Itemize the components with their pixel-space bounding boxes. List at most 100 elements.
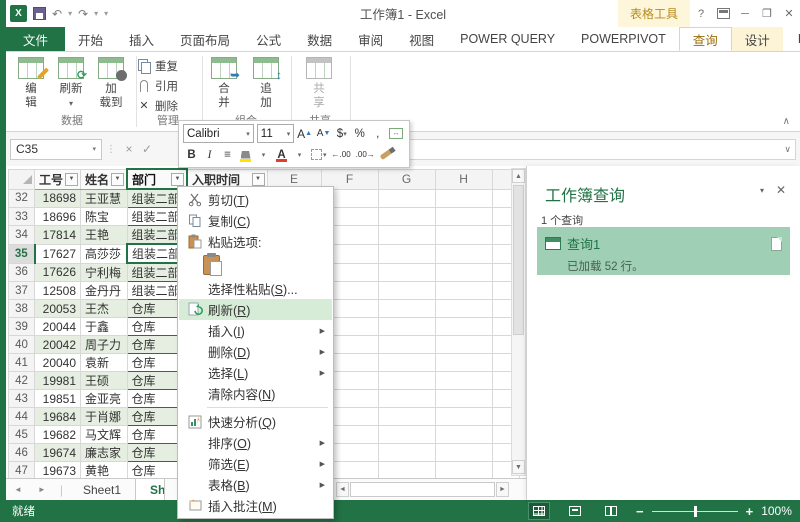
cell-empty[interactable] [377, 262, 436, 282]
row-header-38[interactable]: 38 [8, 299, 35, 318]
row-header-47[interactable]: 47 [8, 461, 35, 480]
tab-7[interactable]: POWER QUERY [447, 27, 568, 51]
tab-design[interactable]: 设计 [731, 27, 783, 51]
row-header-33[interactable]: 33 [8, 207, 35, 226]
cell-empty[interactable] [434, 262, 493, 282]
tab-3[interactable]: 公式 [243, 27, 294, 51]
cell-empty[interactable] [434, 281, 493, 300]
row-header-40[interactable]: 40 [8, 335, 35, 354]
name-box-dropdown-icon[interactable]: ▾ [92, 145, 96, 153]
tab-5[interactable]: 审阅 [345, 27, 396, 51]
cell-empty[interactable] [377, 407, 436, 426]
cell-id[interactable]: 12508 [33, 281, 82, 300]
filter-dropdown-icon[interactable]: ▼ [65, 172, 79, 186]
page-layout-view-icon[interactable] [564, 502, 586, 520]
cell-empty[interactable] [377, 207, 436, 226]
enter-icon[interactable]: ✓ [138, 142, 156, 156]
cell-empty[interactable] [434, 207, 493, 226]
page-break-view-icon[interactable] [600, 502, 622, 520]
redo-dropdown-icon[interactable]: ▾ [94, 9, 98, 18]
name-box[interactable]: C35 ▾ [10, 138, 102, 160]
cell-name[interactable]: 马文辉 [80, 425, 128, 444]
redo-icon[interactable]: ↷ [78, 8, 88, 20]
font-color-dropdown-icon[interactable]: ▾ [291, 145, 308, 164]
cell-empty[interactable] [434, 443, 493, 462]
cell-name[interactable]: 陈宝 [80, 207, 128, 226]
collapse-ribbon-icon[interactable]: ∧ [783, 116, 790, 127]
row-header-41[interactable]: 41 [8, 353, 35, 372]
cell-name[interactable]: 高莎莎 [80, 243, 128, 264]
cell-name[interactable]: 于肖娜 [80, 407, 128, 426]
cell-empty[interactable] [434, 353, 493, 372]
tab-2[interactable]: 页面布局 [167, 27, 243, 51]
normal-view-icon[interactable] [528, 502, 550, 520]
cell-empty[interactable] [377, 281, 436, 300]
merge-button[interactable]: ➥ 合并 [205, 54, 243, 116]
cell-id[interactable]: 19682 [33, 425, 82, 444]
cell-id[interactable]: 19981 [33, 371, 82, 390]
menu-item-D[interactable]: 删除(D) ▶ [179, 341, 332, 362]
cell-empty[interactable] [377, 443, 436, 462]
row-header-43[interactable]: 43 [8, 389, 35, 408]
scroll-right-icon[interactable]: ► [496, 482, 509, 497]
table-header-姓名[interactable]: 姓名 ▼ [80, 168, 128, 190]
cell-id[interactable]: 20042 [33, 335, 82, 354]
cell-empty[interactable] [377, 188, 436, 208]
font-color-button[interactable]: A [273, 145, 290, 164]
cell-name[interactable]: 王硕 [80, 371, 128, 390]
cell-empty[interactable] [377, 335, 436, 354]
menu-item-O[interactable]: 排序(O) ▶ [179, 432, 332, 453]
menu-item-Q[interactable]: 快速分析(Q) [179, 411, 332, 432]
formula-expand-icon[interactable]: ∨ [784, 144, 791, 155]
row-header-35[interactable]: 35 [8, 243, 36, 264]
query-peek-icon[interactable] [771, 236, 782, 251]
cell-id[interactable]: 19851 [33, 389, 82, 408]
row-header-44[interactable]: 44 [8, 407, 35, 426]
paste-option-button[interactable] [179, 252, 332, 278]
sheet-tab-sheet1[interactable]: Sheet1 [69, 479, 135, 501]
save-icon[interactable] [33, 7, 46, 20]
column-header-G[interactable]: G [377, 168, 436, 190]
cell-empty[interactable] [434, 225, 493, 245]
column-header-H[interactable]: H [434, 168, 493, 190]
percent-format-button[interactable]: % [351, 124, 368, 143]
row-header-36[interactable]: 36 [8, 262, 35, 282]
fill-color-dropdown-icon[interactable]: ▾ [255, 145, 272, 164]
cell-empty[interactable] [377, 299, 436, 318]
menu-item-N[interactable]: 清除内容(N) [179, 383, 332, 404]
sheet-next-icon[interactable]: ► [30, 485, 54, 494]
cell-id[interactable]: 18696 [33, 207, 82, 226]
horizontal-scrollbar[interactable]: ◄ ► [336, 482, 509, 497]
select-all-corner[interactable] [8, 168, 35, 190]
cell-name[interactable]: 廉志家 [80, 443, 128, 462]
cell-name[interactable]: 袁新 [80, 353, 128, 372]
zoom-level[interactable]: 100% [761, 504, 792, 518]
cell-empty[interactable] [434, 317, 493, 336]
cell-id[interactable]: 19673 [33, 461, 82, 480]
cell-name[interactable]: 王杰 [80, 299, 128, 318]
cell-empty[interactable] [377, 371, 436, 390]
duplicate-button[interactable]: 重复 [137, 56, 178, 75]
cell-id[interactable]: 20053 [33, 299, 82, 318]
currency-format-button[interactable]: $ ▾ [333, 124, 350, 143]
tab-8[interactable]: POWERPIVOT [568, 27, 679, 51]
maximize-icon[interactable]: ❐ [756, 0, 778, 27]
cell-empty[interactable] [434, 389, 493, 408]
query-name[interactable]: 查询1 [567, 234, 600, 253]
cell-empty[interactable] [434, 407, 493, 426]
menu-item-M[interactable]: 插入批注(M) [179, 495, 332, 516]
minimize-icon[interactable]: ─ [734, 0, 756, 27]
cell-name[interactable]: 宁利梅 [80, 262, 128, 282]
zoom-in-icon[interactable]: + [746, 505, 754, 518]
cell-empty[interactable] [377, 461, 436, 480]
customize-qat-icon[interactable]: ▾ [104, 9, 108, 18]
cell-empty[interactable] [434, 425, 493, 444]
undo-icon[interactable]: ↶ [52, 8, 62, 20]
cell-name[interactable]: 于鑫 [80, 317, 128, 336]
ribbon-display-options-icon[interactable] [712, 0, 734, 27]
cell-empty[interactable] [377, 389, 436, 408]
filter-dropdown-icon[interactable]: ▼ [251, 172, 265, 186]
font-size-combo[interactable]: 11 ▾ [256, 124, 295, 143]
cell-name[interactable]: 黄艳 [80, 461, 128, 480]
cell-empty[interactable] [434, 188, 493, 208]
